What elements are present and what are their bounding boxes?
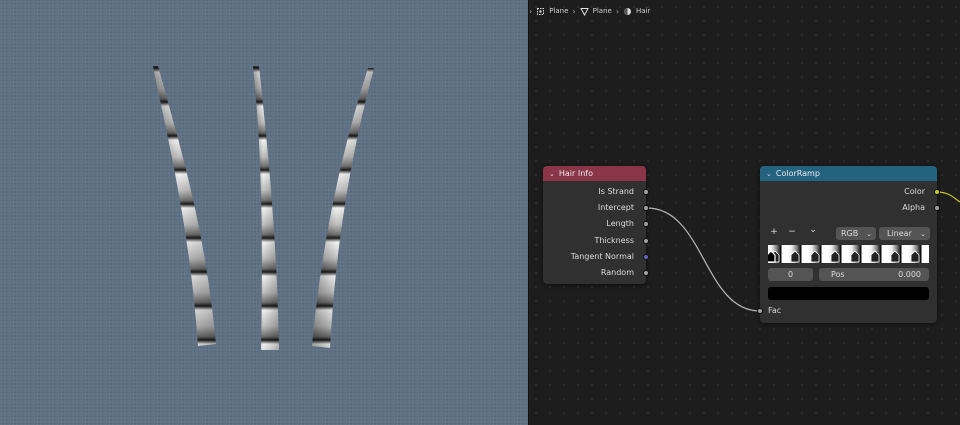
- chevron-right-icon: ›: [572, 6, 576, 16]
- chevron-down-icon: ⌄: [866, 229, 872, 238]
- socket-alpha[interactable]: [934, 205, 940, 211]
- active-stop-index-field[interactable]: 0: [768, 268, 813, 281]
- hair-info-node[interactable]: ⌄ Hair Info Is Strand Intercept Length T…: [543, 166, 649, 284]
- input-fac-label: Fac: [768, 306, 782, 315]
- node-title: ColorRamp: [775, 169, 820, 178]
- object-icon: [537, 7, 545, 15]
- interpolation-dropdown[interactable]: Linear ⌄: [879, 227, 930, 240]
- breadcrumb-object[interactable]: Plane: [549, 7, 568, 15]
- output-tangent-normal: Tangent Normal: [570, 252, 634, 261]
- socket-color[interactable]: [934, 189, 940, 195]
- socket-fac-input[interactable]: [757, 308, 763, 314]
- collapse-chevron-icon[interactable]: ⌄: [766, 170, 772, 178]
- node-title: Hair Info: [558, 169, 593, 178]
- breadcrumb-mesh[interactable]: Plane: [593, 7, 612, 15]
- hair-strand-right: [312, 68, 374, 348]
- output-color: Color: [904, 187, 925, 196]
- hair-strands-render: [153, 66, 374, 350]
- socket-is-strand[interactable]: [643, 189, 649, 195]
- color-mode-dropdown[interactable]: RGB ⌄: [836, 227, 876, 240]
- material-icon: [624, 7, 632, 15]
- socket-intercept[interactable]: [643, 205, 649, 211]
- chevron-down-icon: ⌄: [920, 229, 926, 238]
- hair-info-header[interactable]: ⌄ Hair Info: [543, 166, 646, 181]
- color-stop-handles[interactable]: [768, 245, 929, 263]
- socket-length[interactable]: [643, 221, 649, 227]
- colorramp-header[interactable]: ⌄ ColorRamp: [760, 166, 937, 181]
- output-alpha: Alpha: [902, 203, 925, 212]
- breadcrumb: › Plane › Plane › Hair: [529, 4, 650, 18]
- specials-menu-button[interactable]: ⌄: [807, 225, 819, 235]
- breadcrumb-material[interactable]: Hair: [636, 7, 650, 15]
- color-mode-value: RGB: [841, 229, 859, 238]
- output-is-strand: Is Strand: [598, 187, 634, 196]
- socket-random[interactable]: [643, 270, 649, 276]
- output-length: Length: [606, 219, 634, 228]
- 3d-viewport[interactable]: [0, 0, 528, 425]
- output-random: Random: [600, 268, 634, 277]
- output-thickness: Thickness: [594, 236, 634, 245]
- socket-tangent-normal[interactable]: [643, 254, 649, 260]
- color-ramp-gradient[interactable]: [768, 245, 929, 263]
- collapse-chevron-icon[interactable]: ⌄: [549, 170, 555, 178]
- colorramp-node[interactable]: ⌄ ColorRamp Color Alpha + − ⌄ RGB ⌄ Line…: [757, 166, 940, 323]
- shader-node-editor[interactable]: › Plane › Plane › Hair ⌄ Hair Info Is St…: [529, 0, 960, 425]
- output-intercept: Intercept: [597, 203, 634, 212]
- pos-value: 0.000: [898, 270, 921, 279]
- stop-color-swatch[interactable]: [768, 287, 929, 300]
- remove-stop-button[interactable]: −: [786, 227, 798, 237]
- chevron-right-icon: ›: [529, 6, 533, 16]
- hair-strand-left: [153, 66, 216, 346]
- pos-label: Pos: [831, 270, 845, 279]
- mesh-data-icon: [579, 7, 589, 16]
- add-stop-button[interactable]: +: [768, 227, 780, 237]
- chevron-right-icon: ›: [615, 6, 620, 16]
- hair-strand-middle: [253, 66, 279, 350]
- stop-position-field[interactable]: Pos 0.000: [819, 268, 929, 281]
- interpolation-value: Linear: [887, 229, 912, 238]
- socket-thickness[interactable]: [643, 238, 649, 244]
